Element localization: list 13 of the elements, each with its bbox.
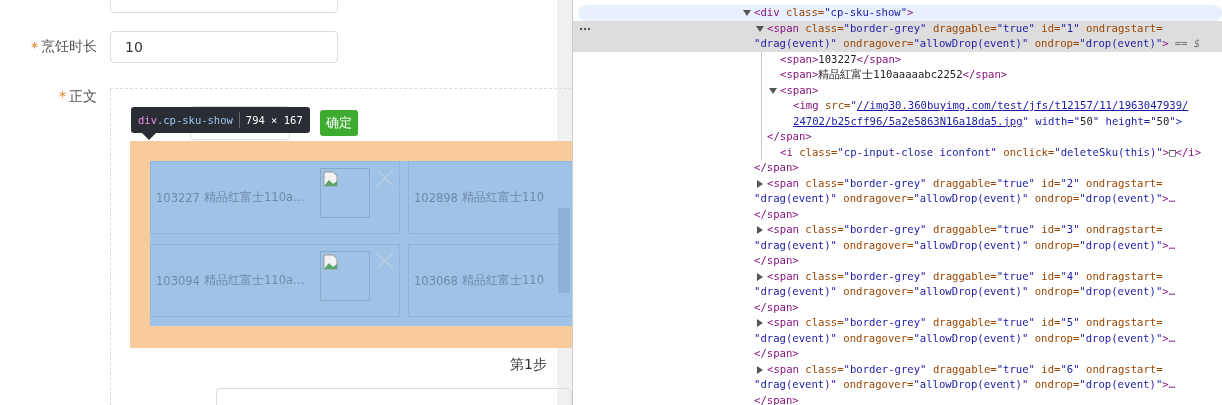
sku-name: 精品红富士110a…: [204, 273, 306, 288]
step-label: 第1步: [510, 356, 548, 374]
sku-name: 精品红富士110: [462, 273, 545, 288]
sku-name: 精品红富士110a…: [204, 190, 306, 205]
sku-id: 103094: [156, 273, 201, 288]
sku-id: 103068: [414, 273, 459, 288]
sku-name: 精品红富士110: [462, 190, 545, 205]
required-mark: *: [59, 88, 66, 104]
required-mark: *: [31, 39, 38, 55]
field-label: 烹饪时长: [41, 38, 97, 56]
sku-id: 103227: [156, 190, 201, 205]
sku-id: 102898: [414, 190, 459, 205]
field-label: 正文: [69, 88, 97, 106]
